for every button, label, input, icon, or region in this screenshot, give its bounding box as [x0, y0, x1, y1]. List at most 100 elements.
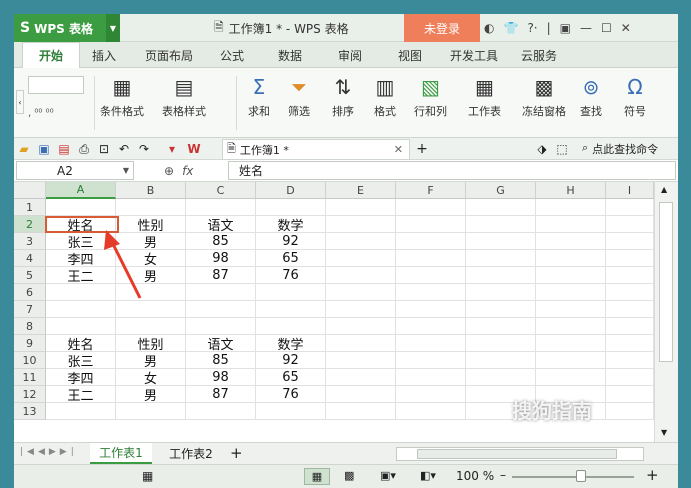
cell-c2[interactable]: 语文 [186, 216, 256, 234]
calendar-icon[interactable]: ▦ [142, 469, 153, 483]
cell-g9[interactable] [466, 335, 536, 352]
row-header-8[interactable]: 8 [14, 318, 46, 335]
cell-f12[interactable] [396, 386, 466, 403]
row-header-2[interactable]: 2 [14, 216, 46, 233]
column-header-f[interactable]: F [396, 182, 466, 199]
cell-d4[interactable]: 65 [256, 250, 326, 267]
row-header-13[interactable]: 13 [14, 403, 46, 420]
decimal-format-icons[interactable]: , ⁰⁰ ⁰⁰ [28, 108, 54, 119]
cell-g10[interactable] [466, 352, 536, 369]
row-header-1[interactable]: 1 [14, 199, 46, 216]
page-layout-view-icon[interactable]: ▣▾ [380, 469, 396, 482]
cell-d8[interactable] [256, 318, 326, 335]
close-tab-icon[interactable]: ✕ [394, 143, 403, 156]
cell-c7[interactable] [186, 301, 256, 318]
cell-d10[interactable]: 92 [256, 352, 326, 369]
font-size-dropdown[interactable] [28, 76, 84, 94]
cell-h7[interactable] [536, 301, 606, 318]
share-icon[interactable]: ⬗ [534, 141, 550, 157]
zoom-out-icon[interactable]: – [500, 468, 506, 482]
vertical-scrollbar[interactable]: ▲ ▼ [654, 182, 678, 442]
cell-g6[interactable] [466, 284, 536, 301]
row-header-10[interactable]: 10 [14, 352, 46, 369]
cell-i13[interactable] [606, 403, 654, 420]
cell-a7[interactable] [46, 301, 116, 318]
export-pdf-icon[interactable]: ▤ [56, 141, 72, 157]
cell-e6[interactable] [326, 284, 396, 301]
cell-e5[interactable] [326, 267, 396, 284]
row-header-9[interactable]: 9 [14, 335, 46, 352]
cell-e13[interactable] [326, 403, 396, 420]
print-icon[interactable]: ⎙ [76, 141, 92, 157]
redo-icon[interactable]: ↷ [136, 141, 152, 157]
cell-d11[interactable]: 65 [256, 369, 326, 386]
cell-b10[interactable]: 男 [116, 352, 186, 370]
symbol-button[interactable]: Ω 符号 [622, 74, 648, 119]
cell-a8[interactable] [46, 318, 116, 335]
sheet-nav-icons[interactable]: |◀◀▶▶| [20, 447, 78, 457]
format-button[interactable]: ▥ 格式 [372, 74, 398, 119]
cell-b3[interactable]: 男 [116, 233, 186, 251]
tab-page-layout[interactable]: 页面布局 [134, 42, 204, 68]
cell-d13[interactable] [256, 403, 326, 420]
cell-b12[interactable]: 男 [116, 386, 186, 404]
tab-home[interactable]: 开始 [22, 42, 80, 68]
column-header-g[interactable]: G [466, 182, 536, 199]
cell-i3[interactable] [606, 233, 654, 250]
rows-cols-button[interactable]: ▧ 行和列 [414, 74, 447, 119]
cell-d9[interactable]: 数学 [256, 335, 326, 353]
zoom-slider-track[interactable] [512, 476, 634, 478]
cell-f6[interactable] [396, 284, 466, 301]
column-header-b[interactable]: B [116, 182, 186, 199]
cell-e2[interactable] [326, 216, 396, 233]
cell-d3[interactable]: 92 [256, 233, 326, 250]
row-header-6[interactable]: 6 [14, 284, 46, 301]
cell-a11[interactable]: 李四 [46, 369, 116, 387]
tab-insert[interactable]: 插入 [84, 42, 124, 68]
tab-data[interactable]: 数据 [270, 42, 310, 68]
column-header-c[interactable]: C [186, 182, 256, 199]
document-tab[interactable]: 🗎 工作簿1 * ✕ [222, 139, 410, 160]
cell-i10[interactable] [606, 352, 654, 369]
cell-f1[interactable] [396, 199, 466, 216]
filter-button[interactable]: ⏷ 筛选 [286, 74, 312, 119]
zoom-in-icon[interactable]: + [646, 466, 659, 484]
cell-h9[interactable] [536, 335, 606, 352]
cell-e1[interactable] [326, 199, 396, 216]
cell-f3[interactable] [396, 233, 466, 250]
cell-h6[interactable] [536, 284, 606, 301]
cell-e3[interactable] [326, 233, 396, 250]
scroll-down-icon[interactable]: ▼ [661, 428, 667, 437]
cell-c10[interactable]: 85 [186, 352, 256, 369]
login-button[interactable]: 未登录 [404, 14, 480, 42]
freeze-panes-button[interactable]: ▩ 冻结窗格 [522, 74, 566, 119]
search-command[interactable]: ⌕ 点此查找命令 [582, 141, 658, 157]
column-header-a[interactable]: A [46, 182, 116, 199]
cell-g11[interactable] [466, 369, 536, 386]
sort-button[interactable]: ⇅ 排序 [330, 74, 356, 119]
cell-a12[interactable]: 王二 [46, 386, 116, 404]
cell-d6[interactable] [256, 284, 326, 301]
tab-view[interactable]: 视图 [390, 42, 430, 68]
tab-developer[interactable]: 开发工具 [444, 42, 504, 68]
cell-d1[interactable] [256, 199, 326, 216]
cell-g2[interactable] [466, 216, 536, 233]
app-menu-button[interactable]: S WPS 表格 ▼ [14, 14, 120, 42]
close-icon[interactable]: ✕ [621, 21, 631, 35]
cell-c13[interactable] [186, 403, 256, 420]
cell-h5[interactable] [536, 267, 606, 284]
cell-e11[interactable] [326, 369, 396, 386]
add-sheet-icon[interactable]: + [230, 444, 243, 462]
zoom-icon[interactable]: ⊕ [164, 164, 174, 178]
row-header-4[interactable]: 4 [14, 250, 46, 267]
scroll-thumb[interactable] [659, 202, 673, 362]
reading-view-icon[interactable]: ◧▾ [420, 469, 436, 482]
cell-f2[interactable] [396, 216, 466, 233]
cell-f4[interactable] [396, 250, 466, 267]
cell-c8[interactable] [186, 318, 256, 335]
conditional-format-button[interactable]: ▦ 条件格式 [100, 74, 144, 119]
cell-b2[interactable]: 性别 [116, 216, 186, 234]
cell-i11[interactable] [606, 369, 654, 386]
cell-a4[interactable]: 李四 [46, 250, 116, 268]
cell-i4[interactable] [606, 250, 654, 267]
